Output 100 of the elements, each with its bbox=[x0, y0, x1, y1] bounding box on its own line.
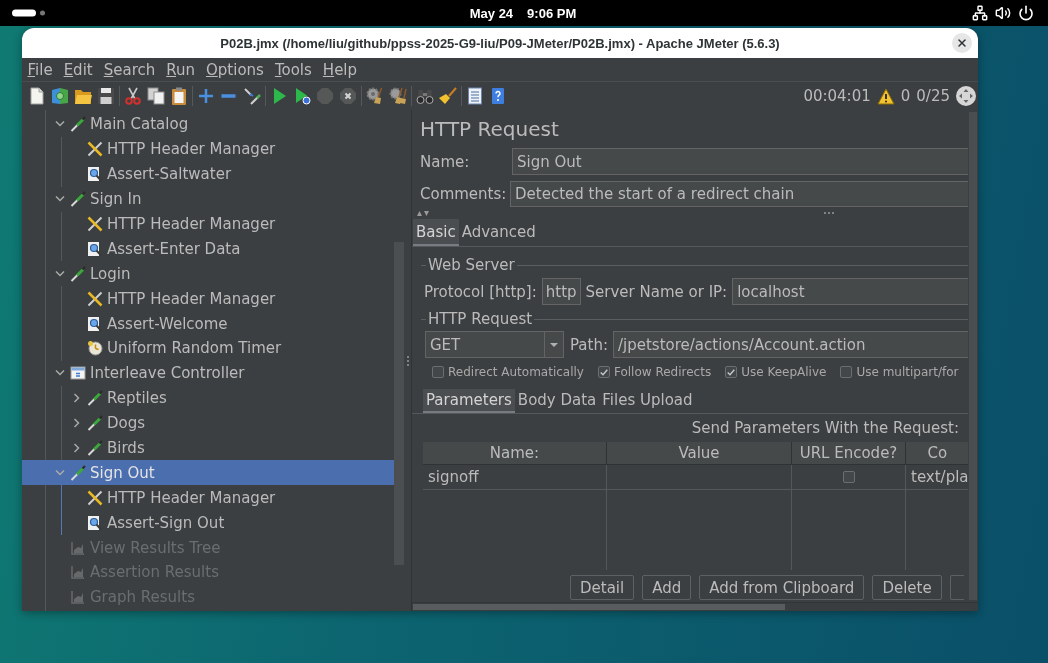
chevron-down-icon[interactable] bbox=[55, 370, 65, 377]
action-button[interactable]: Delete bbox=[872, 575, 942, 600]
menu-item[interactable]: Tools bbox=[269, 59, 318, 80]
action-button[interactable]: Add bbox=[642, 575, 692, 600]
scrollbar-thumb[interactable] bbox=[413, 604, 785, 610]
server-field[interactable]: localhost bbox=[732, 278, 968, 305]
gear-broom-icon[interactable] bbox=[388, 87, 407, 105]
stopwatch-icon bbox=[87, 340, 103, 357]
chevron-down-icon[interactable] bbox=[55, 270, 65, 277]
chevron-right-icon[interactable] bbox=[74, 393, 80, 404]
plus-icon[interactable] bbox=[196, 87, 215, 105]
crossed-tools-icon bbox=[87, 216, 103, 232]
chevron-right-icon[interactable] bbox=[74, 418, 80, 429]
menu-item[interactable]: Run bbox=[160, 59, 201, 80]
field-label: Name: bbox=[420, 152, 471, 171]
tree-item[interactable]: Assert-Saltwater bbox=[22, 161, 394, 187]
tab[interactable]: Body Data bbox=[514, 389, 600, 413]
split-arrows-icon[interactable] bbox=[417, 210, 429, 216]
tree-item[interactable]: Assert-Welcome bbox=[22, 311, 394, 336]
tree-item[interactable]: Sign Out bbox=[22, 460, 394, 486]
tree-item[interactable]: Birds bbox=[22, 435, 394, 461]
column-header[interactable]: URL Encode? bbox=[792, 442, 906, 465]
menu-item[interactable]: Edit bbox=[58, 59, 99, 80]
name-field[interactable]: Sign Out bbox=[512, 148, 968, 175]
binoculars-icon[interactable] bbox=[415, 87, 434, 105]
tree-item[interactable]: Assert-Enter Data bbox=[22, 236, 394, 262]
crossed-tools-icon bbox=[87, 290, 103, 307]
tree-item[interactable]: HTTP Header Manager bbox=[22, 485, 394, 511]
field-label: Path: bbox=[570, 335, 608, 354]
volume-icon[interactable] bbox=[995, 5, 1011, 21]
chevron-right-icon[interactable] bbox=[74, 443, 80, 453]
floppy-icon[interactable] bbox=[96, 87, 115, 105]
option-label: Use KeepAlive bbox=[741, 365, 827, 379]
comments-field[interactable]: Detected the start of a redirect chain bbox=[510, 181, 968, 207]
scrollbar-thumb[interactable] bbox=[969, 112, 977, 600]
group-title: Web Server bbox=[427, 256, 516, 274]
group-title: HTTP Request bbox=[427, 310, 534, 328]
bar-chart-icon bbox=[70, 564, 86, 581]
action-button[interactable]: Detail bbox=[570, 575, 635, 600]
tree-item[interactable]: Login bbox=[22, 261, 394, 287]
tree-item[interactable]: Interleave Controller bbox=[22, 360, 394, 386]
tree-item[interactable]: Sign In bbox=[22, 186, 394, 212]
book-icon[interactable] bbox=[50, 87, 69, 105]
pipette-icon bbox=[87, 390, 103, 407]
broom-icon[interactable] bbox=[438, 87, 457, 105]
new-file-icon[interactable] bbox=[27, 87, 46, 105]
folder-icon[interactable] bbox=[73, 87, 92, 105]
pipette-icon bbox=[70, 464, 86, 481]
copy-icon[interactable] bbox=[146, 87, 165, 105]
option-label: Redirect Automatically bbox=[448, 365, 584, 379]
path-field[interactable]: /jpetstore/actions/Account.action bbox=[613, 331, 968, 358]
panel-title: HTTP Request bbox=[420, 116, 560, 142]
close-button[interactable] bbox=[952, 33, 972, 53]
window-title: P02B.jmx (/home/liu/github/ppss-2025-G9-liu/P09-JMeter/P02B.jmx) - Apache JMeter (5.6.3) bbox=[219, 35, 781, 51]
tab[interactable]: Advanced bbox=[458, 219, 539, 246]
option-label: Use multipart/for bbox=[856, 365, 959, 379]
list-icon[interactable] bbox=[465, 87, 484, 105]
tree-item[interactable]: Reptiles bbox=[22, 385, 394, 411]
clipboard-icon[interactable] bbox=[169, 87, 188, 105]
menu-item[interactable]: Options bbox=[200, 59, 270, 80]
menu-item[interactable]: Help bbox=[317, 59, 363, 80]
checkbox[interactable] bbox=[597, 366, 610, 378]
tree-item[interactable]: HTTP Header Manager bbox=[22, 211, 394, 237]
elapsed-time: 00:04:01 bbox=[803, 87, 871, 105]
workspace-indicator-icon[interactable] bbox=[12, 9, 45, 17]
chevron-down-icon[interactable] bbox=[55, 196, 65, 203]
protocol-field[interactable]: http bbox=[541, 278, 581, 305]
network-icon[interactable] bbox=[972, 5, 988, 21]
power-icon[interactable] bbox=[1018, 5, 1034, 21]
action-button[interactable]: Add from Clipboard bbox=[699, 575, 865, 600]
scissors-icon[interactable] bbox=[123, 87, 142, 105]
column-header[interactable]: Co bbox=[906, 442, 968, 465]
pens-icon[interactable] bbox=[242, 87, 261, 105]
field-label: Comments: bbox=[420, 185, 508, 203]
checkbox[interactable] bbox=[840, 366, 853, 378]
bar-chart-icon bbox=[70, 539, 86, 556]
menu-item[interactable]: Search bbox=[98, 59, 161, 80]
tree-item[interactable]: Assert-Sign Out bbox=[22, 510, 394, 536]
method-dropdown[interactable]: GET bbox=[425, 331, 564, 358]
menu-item[interactable]: File bbox=[22, 59, 59, 80]
chevron-down-icon[interactable] bbox=[55, 121, 65, 128]
checkbox[interactable] bbox=[432, 366, 444, 378]
arrows-circle-icon[interactable] bbox=[956, 86, 976, 106]
tree-item[interactable]: HTTP Header Manager bbox=[22, 286, 394, 312]
column-header[interactable]: Value bbox=[607, 442, 792, 465]
gear-broom-icon[interactable] bbox=[365, 87, 384, 105]
tree-item[interactable]: HTTP Header Manager bbox=[22, 136, 394, 162]
horizontal-scrollbar[interactable] bbox=[412, 602, 978, 611]
tree-item[interactable]: Main Catalog bbox=[22, 112, 394, 137]
tab[interactable]: Files Upload bbox=[599, 389, 696, 413]
tab[interactable]: Basic bbox=[413, 219, 459, 246]
scrollbar-thumb[interactable] bbox=[394, 242, 404, 565]
tab[interactable]: Parameters bbox=[423, 389, 515, 413]
pipette-icon bbox=[70, 116, 86, 133]
checkbox[interactable] bbox=[725, 366, 738, 378]
warning-icon[interactable] bbox=[876, 87, 895, 105]
tree-item[interactable]: Uniform Random Timer bbox=[22, 336, 394, 361]
checkbox[interactable] bbox=[842, 471, 855, 483]
tree-item[interactable]: Dogs bbox=[22, 410, 394, 436]
column-header[interactable]: Name: bbox=[423, 442, 607, 465]
